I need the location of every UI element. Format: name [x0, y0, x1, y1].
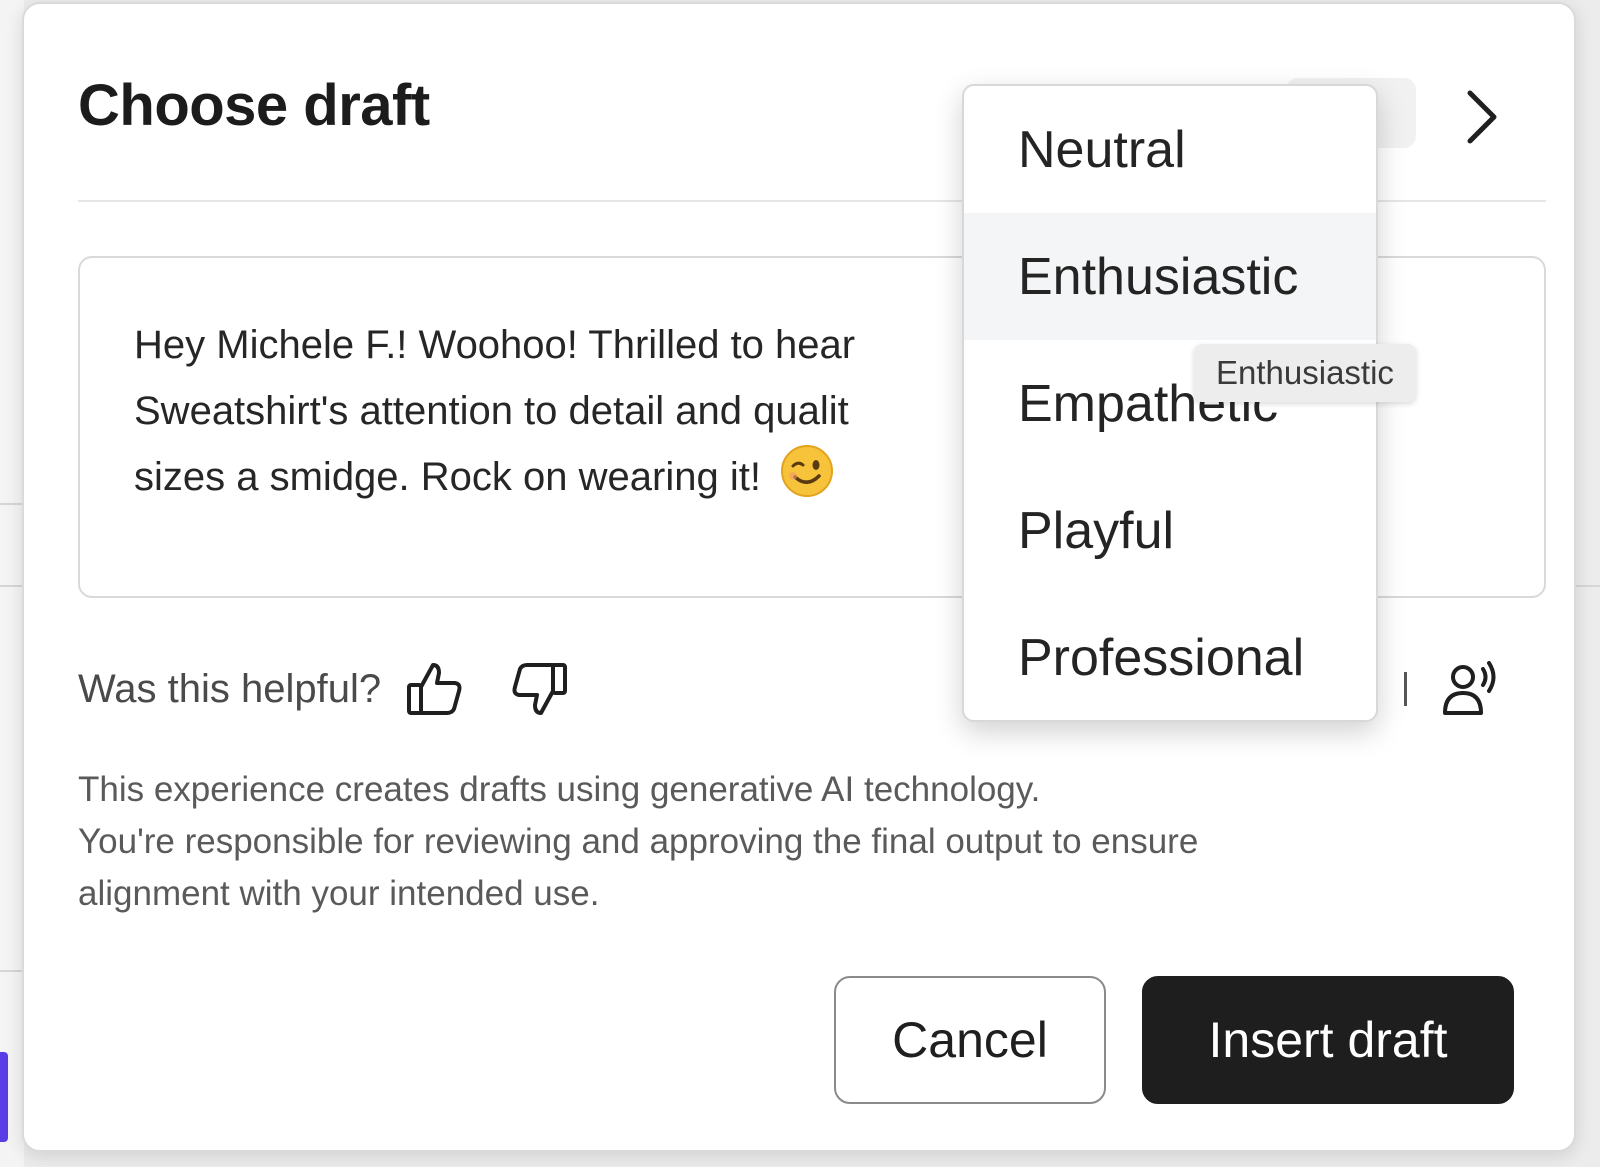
insert-draft-button[interactable]: Insert draft [1142, 976, 1514, 1104]
tone-option-professional[interactable]: Professional [964, 594, 1376, 720]
tone-option-enthusiastic[interactable]: Enthusiastic [964, 213, 1376, 340]
thumbs-down-button[interactable] [503, 653, 575, 725]
background-divider [1576, 585, 1600, 587]
disclaimer-line: You're responsible for reviewing and app… [78, 822, 1199, 861]
draft-text-line: Hey Michele F.! Woohoo! Thrilled to hear [134, 323, 856, 367]
chevron-right-icon [1467, 90, 1497, 144]
disclaimer-line: alignment with your intended use. [78, 874, 600, 913]
draft-text-line: sizes a smidge. Rock on wearing it! [134, 455, 761, 499]
tone-option-neutral[interactable]: Neutral [964, 86, 1376, 213]
tool-divider [1404, 672, 1407, 706]
cancel-button[interactable]: Cancel [834, 976, 1106, 1104]
background-accent [0, 1052, 8, 1142]
background-divider [0, 585, 24, 587]
draft-text-line: Sweatshirt's attention to detail and qua… [134, 389, 849, 433]
dialog-title: Choose draft [78, 73, 430, 138]
disclaimer-line: This experience creates drafts using gen… [78, 770, 1041, 809]
next-draft-button[interactable] [1454, 84, 1510, 150]
thumbs-up-icon [407, 663, 462, 715]
draft-tools [1404, 654, 1507, 724]
background-divider [0, 970, 24, 972]
tone-option-playful[interactable]: Playful [964, 467, 1376, 594]
voice-person-icon [1443, 661, 1496, 715]
voice-button[interactable] [1435, 653, 1507, 725]
tone-menu: Neutral Enthusiastic Empathetic Playful … [962, 84, 1378, 722]
winking-face-emoji [780, 444, 834, 518]
ai-disclaimer: This experience creates drafts using gen… [78, 764, 1478, 920]
thumbs-down-icon [512, 663, 568, 715]
background-divider [0, 503, 24, 505]
thumbs-up-button[interactable] [399, 653, 471, 725]
tone-tooltip: Enthusiastic [1194, 344, 1416, 402]
feedback-label: Was this helpful? [78, 666, 382, 711]
feedback-row: Was this helpful? [78, 654, 575, 724]
background-page [0, 0, 24, 1167]
